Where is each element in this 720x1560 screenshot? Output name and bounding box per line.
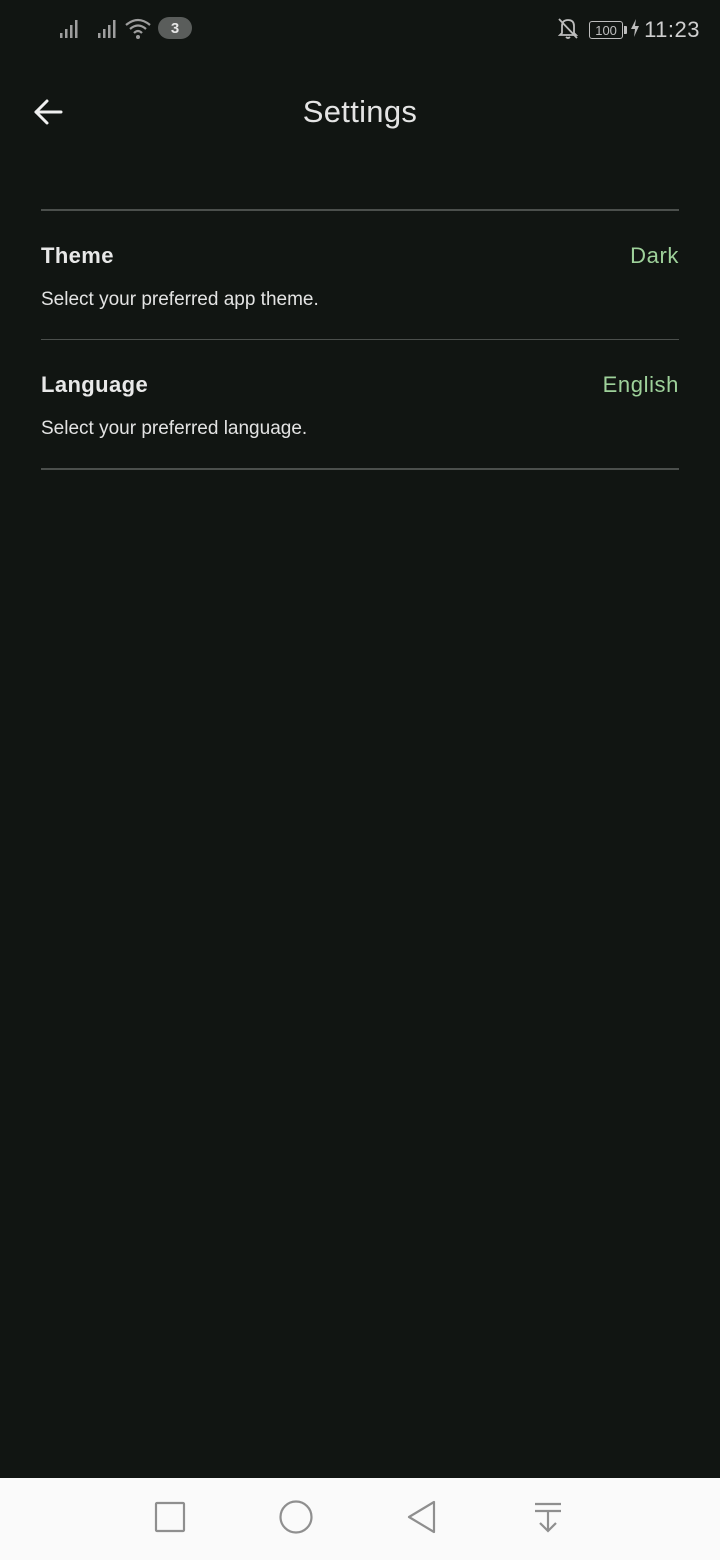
status-bar-left: 3: [58, 16, 192, 40]
setting-item-theme[interactable]: Theme Dark Select your preferred app the…: [41, 211, 679, 339]
setting-description: Select your preferred app theme.: [41, 288, 319, 310]
divider: [41, 468, 679, 470]
app-bar: Settings: [0, 60, 720, 170]
status-time: 11:23: [644, 17, 700, 42]
battery-tip: [624, 26, 628, 34]
wifi-icon: [124, 16, 152, 40]
notification-pull-down-button[interactable]: [526, 1497, 570, 1541]
signal-icon-secondary: [96, 16, 120, 40]
home-circle-icon: [278, 1499, 314, 1540]
notification-pull-down-icon: [532, 1500, 564, 1539]
settings-list: Theme Dark Select your preferred app the…: [41, 209, 679, 470]
recents-square-icon: [154, 1501, 186, 1538]
status-bar-right: 100 11:23: [557, 14, 700, 46]
page-title: Settings: [302, 94, 418, 129]
status-bar: 3 100 11:23: [0, 0, 720, 60]
nav-back-button[interactable]: [400, 1497, 444, 1541]
setting-description: Select your preferred language.: [41, 418, 308, 439]
setting-label: Language: [41, 372, 149, 397]
bell-off-icon: [557, 16, 579, 45]
back-triangle-icon: [406, 1500, 438, 1539]
setting-value[interactable]: Dark: [630, 243, 679, 269]
notification-count-badge: 3: [158, 17, 192, 39]
settings-screen: 3 100 11:23 Settings Theme Dark Select y…: [0, 0, 720, 1560]
setting-value[interactable]: English: [603, 372, 679, 398]
setting-label: Theme: [41, 242, 114, 268]
setting-item-language[interactable]: Language English Select your preferred l…: [41, 340, 679, 468]
recents-button[interactable]: [148, 1497, 192, 1541]
charging-icon: [630, 18, 640, 43]
home-button[interactable]: [274, 1497, 318, 1541]
battery-icon: 100: [589, 21, 624, 39]
signal-icon: [58, 16, 82, 40]
system-nav-bar: [0, 1478, 720, 1560]
